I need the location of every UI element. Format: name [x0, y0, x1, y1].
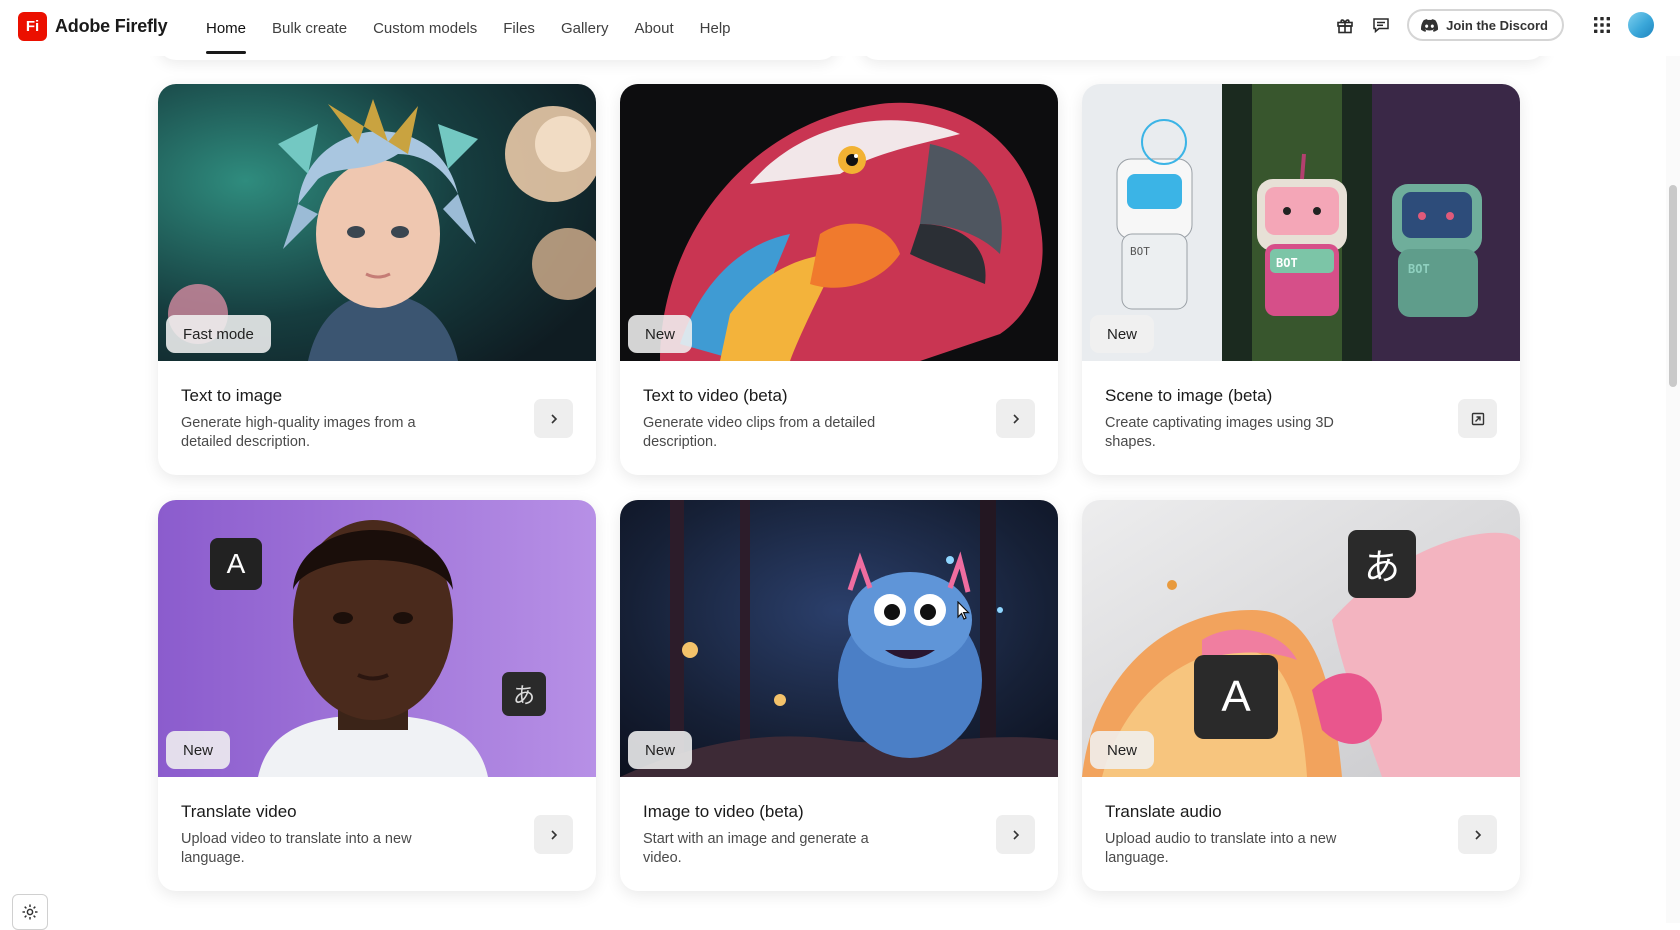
card-badge: New — [166, 731, 231, 769]
chevron-right-icon — [1012, 413, 1019, 424]
card-title: Translate audio — [1105, 802, 1222, 821]
chevron-right-icon — [550, 413, 557, 424]
discord-label: Join the Discord — [1446, 17, 1548, 33]
card-open-button[interactable] — [1458, 815, 1497, 854]
card-image-to-video[interactable]: New Image to video (beta) Start with an … — [620, 500, 1058, 891]
card-description: Create captivating images using 3D shape… — [1105, 415, 1334, 450]
card-description: Generate video clips from a detailed des… — [643, 415, 876, 450]
top-header: Fi Adobe Firefly Home Bulk create Custom… — [0, 0, 1680, 56]
card-translate-audio[interactable]: あ A New Translate audio Upload audio to … — [1082, 500, 1520, 891]
bot-label: BOT — [1408, 262, 1430, 276]
header-actions: Join the Discord — [1331, 9, 1680, 41]
card-translate-video[interactable]: A あ New Translate video Upload video to … — [158, 500, 596, 891]
apps-grid-icon[interactable] — [1588, 11, 1616, 39]
card-scene-to-image[interactable]: BOT BOT BOT New Scene to image (beta) Cr… — [1082, 84, 1520, 475]
card-text-to-image[interactable]: Fast mode Text to image Generate high-qu… — [158, 84, 596, 475]
chevron-right-icon — [550, 829, 557, 840]
nav-about[interactable]: About — [634, 0, 673, 56]
card-description: Start with an image and generate a video… — [643, 831, 869, 866]
card-image: A あ New — [158, 500, 596, 777]
card-open-button[interactable] — [996, 399, 1035, 438]
card-badge: New — [1090, 315, 1155, 353]
card-badge: New — [1090, 731, 1155, 769]
card-image: New — [620, 84, 1058, 361]
card-text-to-video[interactable]: New Text to video (beta) Generate video … — [620, 84, 1058, 475]
card-badge: Fast mode — [166, 315, 271, 353]
nav-bulk-create[interactable]: Bulk create — [272, 0, 347, 56]
bot-label: BOT — [1130, 245, 1150, 258]
card-title: Scene to image (beta) — [1105, 386, 1273, 405]
card-image: あ A New — [1082, 500, 1520, 777]
card-badge: New — [628, 315, 693, 353]
user-avatar[interactable] — [1628, 12, 1654, 38]
nav-gallery[interactable]: Gallery — [561, 0, 609, 56]
card-open-button[interactable] — [996, 815, 1035, 854]
speech-bubble-glyph: A — [210, 538, 262, 590]
page-scrollbar[interactable] — [1666, 0, 1680, 923]
bubble-text: あ — [512, 683, 535, 708]
speech-bubble-glyph: あ — [502, 672, 546, 716]
bubble-text: A — [226, 548, 246, 579]
chevron-right-icon — [1474, 829, 1481, 840]
gift-icon[interactable] — [1331, 11, 1359, 39]
nav-help[interactable]: Help — [700, 0, 731, 56]
scrollbar-thumb[interactable] — [1669, 185, 1677, 387]
nav-custom-models[interactable]: Custom models — [373, 0, 477, 56]
open-external-icon — [1471, 412, 1484, 425]
speech-bubble-glyph: A — [1194, 655, 1278, 739]
join-discord-button[interactable]: Join the Discord — [1407, 9, 1564, 41]
nav-home[interactable]: Home — [206, 0, 247, 56]
card-description: Generate high-quality images from a deta… — [181, 415, 416, 450]
card-description: Upload video to translate into a new lan… — [181, 831, 412, 866]
chevron-right-icon — [1012, 829, 1019, 840]
settings-gear-button[interactable] — [12, 894, 48, 930]
card-open-button[interactable] — [1458, 399, 1497, 438]
adobe-firefly-logo[interactable]: Fi Adobe Firefly — [18, 12, 168, 41]
card-title: Translate video — [181, 802, 297, 821]
discord-icon — [1421, 18, 1439, 32]
card-description: Upload audio to translate into a new lan… — [1105, 831, 1337, 866]
bot-label: BOT — [1276, 256, 1298, 270]
card-image: BOT BOT BOT New — [1082, 84, 1520, 361]
nav-files[interactable]: Files — [503, 0, 535, 56]
mouse-cursor — [957, 601, 970, 620]
bubble-text: A — [1221, 672, 1251, 721]
main-nav: Home Bulk create Custom models Files Gal… — [206, 0, 731, 56]
card-open-button[interactable] — [534, 815, 573, 854]
app-name: Adobe Firefly — [55, 16, 168, 36]
card-title: Text to video (beta) — [643, 386, 788, 405]
firefly-logo-mark: Fi — [18, 12, 47, 41]
card-badge: New — [628, 731, 693, 769]
speech-bubble-glyph: あ — [1348, 530, 1416, 598]
card-title: Text to image — [181, 386, 283, 405]
card-image: New — [620, 500, 1058, 777]
bubble-text: あ — [1363, 546, 1400, 587]
card-image: Fast mode — [158, 84, 596, 361]
settings-gear-icon — [22, 904, 38, 920]
chat-icon[interactable] — [1367, 11, 1395, 39]
card-title: Image to video (beta) — [643, 802, 804, 821]
card-open-button[interactable] — [534, 399, 573, 438]
